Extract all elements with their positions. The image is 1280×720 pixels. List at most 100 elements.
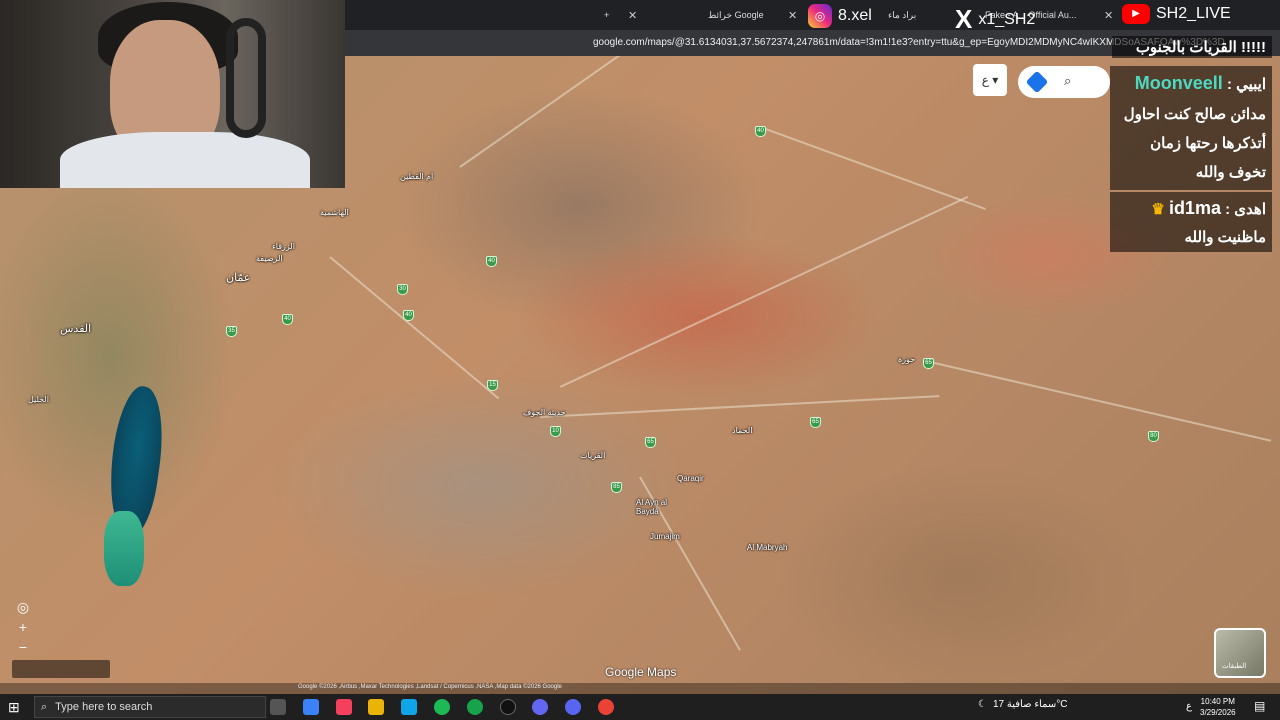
chat-text: مدائن صالح كنت احاول أتذكرها رحتها زمان … [1123,106,1266,181]
place-al-ayn[interactable]: Al Ayn al Baydá [636,498,680,516]
place-jumajim[interactable]: Jumajim [650,532,680,541]
discord-icon[interactable] [565,699,581,715]
chat-prefix: اهدى : [1225,201,1266,218]
place-hammad[interactable]: الحماد [732,426,752,435]
windows-start-icon[interactable]: ⊞ [8,699,24,715]
highway-shield: 40 [486,256,497,267]
highway-shield: 85 [611,482,622,493]
x-handle: X x1_SH2 [955,4,1035,35]
tab-close-icon[interactable]: ✕ [1104,4,1113,26]
obs-icon[interactable] [500,699,516,715]
highway-shield: 30 [397,284,408,295]
road [929,361,1272,442]
xbox-icon[interactable] [467,699,483,715]
road [459,56,625,168]
tab-label: براد ماء [888,9,917,20]
file-explorer-icon[interactable] [368,699,384,715]
tab-close-icon[interactable]: ✕ [788,4,797,26]
search-icon: ⌕ [41,700,48,713]
notification-icon[interactable]: ▤ [1254,699,1265,713]
taskbar-search[interactable]: ⌕ Type here to search [34,696,266,718]
highway-shield: 65 [810,417,821,428]
task-view-icon[interactable] [270,699,286,715]
tab-water-cooler[interactable]: براد ماء [888,4,916,26]
copilot-icon[interactable] [303,699,319,715]
google-maps-logo: Google Maps [605,665,677,679]
search-icon[interactable]: ⌕ [1064,73,1071,89]
place-russeifa[interactable]: الرصيفة [256,254,283,263]
zoom-in-button[interactable]: + [12,618,34,636]
instagram-handle: ◎ 8.xel [808,4,872,28]
place-zarqa[interactable]: الزرقاء [272,242,295,251]
play-store-icon[interactable] [336,699,352,715]
webcam-headset [226,18,266,138]
place-amman[interactable]: عمّان [226,271,250,284]
chrome-icon[interactable] [598,699,614,715]
new-tab-button[interactable]: + [604,4,609,26]
new-tab-label: + [604,10,610,20]
tab-google-maps[interactable]: خرائط Google [708,4,764,26]
layers-button[interactable] [1214,628,1266,678]
taskbar-search-placeholder: Type here to search [55,701,153,713]
chat-text: ماظنيت والله [1184,229,1266,246]
clock-time: 10:40 PM [1200,697,1235,706]
chat-message: ايبيي : Moonveell مدائن صالح كنت احاول أ… [1110,66,1272,190]
weather-widget[interactable]: ☾ سماء صافية 17°C [978,699,1068,710]
tab-close-icon[interactable]: ✕ [628,4,637,26]
highway-shield: 40 [403,310,414,321]
chat-username: id1ma [1168,198,1221,218]
instagram-text: 8.xel [838,7,872,24]
place-hashimiyya[interactable]: الهاشمية [320,208,349,217]
place-hebron[interactable]: الخليل [28,395,49,404]
attribution-text: Google ©2026 ,Airbus ,Maxar Technologies… [298,684,562,690]
place-umm-al-qutain[interactable]: ام القطين [400,172,433,181]
streamer-webcam [0,0,345,188]
chat-text: !!!!! القريات بالجنوب [1135,39,1266,56]
road [329,256,500,400]
chat-message: !!!!! القريات بالجنوب [1112,36,1272,58]
spotify-icon[interactable] [434,699,450,715]
chat-prefix: ايبيي : [1226,76,1266,93]
weather-text: سماء صافية 17°C [992,699,1068,710]
highway-shield: 40 [755,126,766,137]
zoom-out-button[interactable]: − [12,638,34,656]
salt-pans [104,511,144,586]
webcam-shirt [60,132,310,188]
place-jerusalem[interactable]: القدس [60,322,91,335]
place-al-mabryah[interactable]: Al Mabryah [747,543,787,552]
system-clock[interactable]: 10:40 PM 3/29/2026 [1200,696,1236,718]
road [539,395,940,418]
clock-date: 3/29/2026 [1200,708,1236,717]
highway-shield: 15 [487,380,498,391]
my-location-icon[interactable]: ◎ [12,598,34,616]
language-button[interactable]: ع ▾ [973,64,1007,96]
app-icon[interactable] [532,699,548,715]
highway-shield: 80 [1148,431,1159,442]
highway-shield: 40 [282,314,293,325]
chat-username: Moonveell [1134,73,1223,93]
road [759,126,986,211]
place-qaraqir[interactable]: Qaraqir [677,474,704,483]
youtube-icon: ▶ [1122,4,1150,24]
highway-shield: 65 [645,437,656,448]
instagram-icon: ◎ [808,4,832,28]
highway-shield: 65 [923,358,934,369]
moon-icon: ☾ [978,699,987,710]
youtube-handle: ▶ SH2_LIVE [1122,4,1231,24]
place-qurayyat[interactable]: القريات [580,451,605,460]
layers-label: الطبقات [1222,663,1247,670]
language-label: ع [981,73,989,87]
x-logo-icon: X [955,4,973,34]
map-controls: ◎ + − [12,598,34,658]
edge-icon[interactable] [401,699,417,715]
chat-message: اهدى : id1ma ♛ ماظنيت والله [1110,192,1272,252]
place-hawza[interactable]: حوزة [898,355,915,364]
youtube-text: SH2_LIVE [1156,5,1231,22]
map-attribution: Google ©2026 ,Airbus ,Maxar Technologies… [0,683,1280,694]
highway-shield: 10 [550,426,561,437]
place-haditha[interactable]: حديثة الجوف [523,408,566,417]
input-language[interactable]: ع [1186,701,1192,712]
tab-label: خرائط Google [708,9,764,20]
x-text: x1_SH2 [978,10,1036,28]
street-view-strip[interactable] [12,660,110,678]
